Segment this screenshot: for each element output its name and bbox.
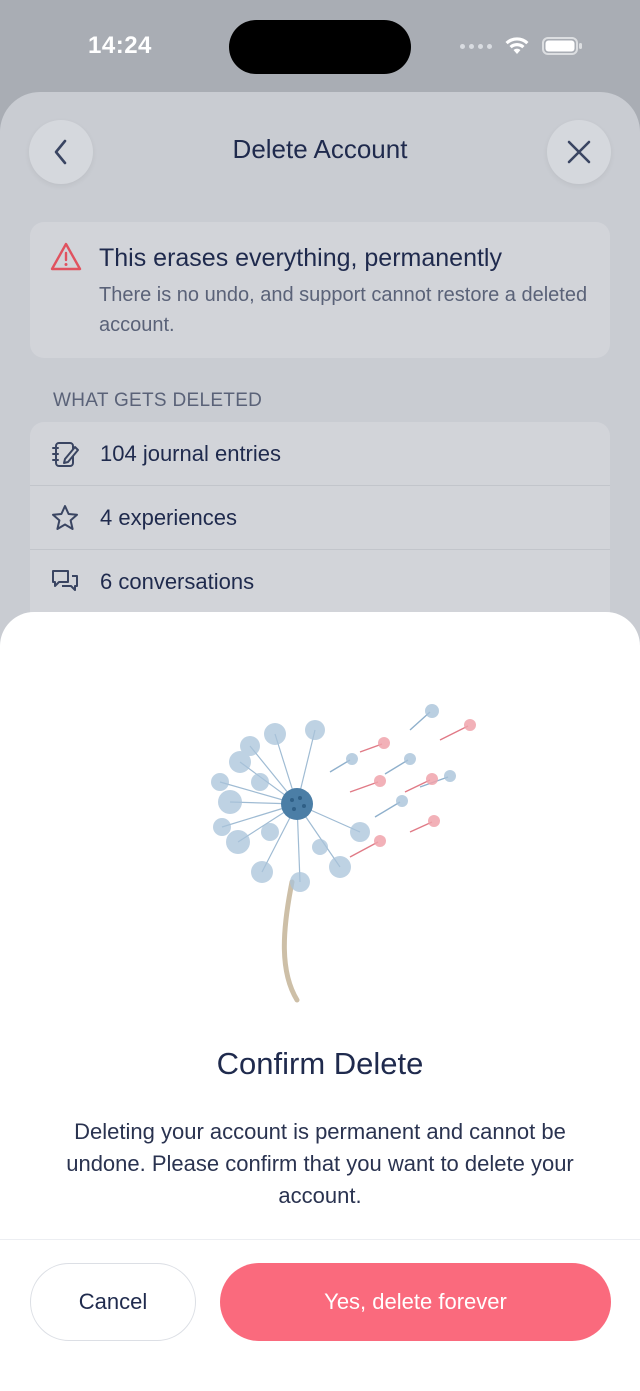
status-time: 14:24 [88, 32, 152, 59]
confirm-delete-sheet: Confirm Delete Deleting your account is … [0, 612, 640, 1391]
dandelion-illustration [211, 704, 476, 1003]
warning-title: This erases everything, permanently [99, 244, 502, 272]
dialog-body: Deleting your account is permanent and c… [66, 1119, 574, 1208]
dynamic-island [229, 20, 411, 74]
status-icons [460, 36, 584, 56]
deleted-items-list: 104 journal entries 4 experiences 6 conv… [30, 422, 610, 622]
cancel-button[interactable]: Cancel [30, 1263, 196, 1341]
star-icon [50, 503, 84, 533]
list-item-label: 6 conversations [100, 568, 255, 594]
page-title: Delete Account [232, 134, 408, 164]
section-label: WHAT GETS DELETED [53, 390, 263, 411]
list-item: 6 conversations [30, 550, 610, 614]
dialog-title: Confirm Delete [216, 1046, 424, 1081]
list-item: 104 journal entries [30, 422, 610, 486]
list-item: 4 experiences [30, 486, 610, 550]
close-button[interactable] [547, 120, 611, 184]
warning-card: This erases everything, permanently Ther… [30, 222, 610, 358]
list-item-label: 4 experiences [100, 504, 237, 530]
wifi-icon [505, 37, 529, 54]
battery-icon [542, 37, 582, 55]
warning-triangle-icon [50, 242, 82, 271]
confirm-delete-button[interactable]: Yes, delete forever [220, 1263, 611, 1341]
warning-subtitle: There is no undo, and support cannot res… [99, 284, 588, 336]
chat-bubbles-icon [50, 567, 84, 597]
status-bar: 14:24 [0, 0, 640, 90]
close-icon [567, 140, 591, 164]
journal-icon [50, 439, 84, 469]
divider [0, 1239, 640, 1240]
list-item-label: 104 journal entries [100, 440, 282, 466]
cellular-signal-icon [460, 43, 492, 49]
